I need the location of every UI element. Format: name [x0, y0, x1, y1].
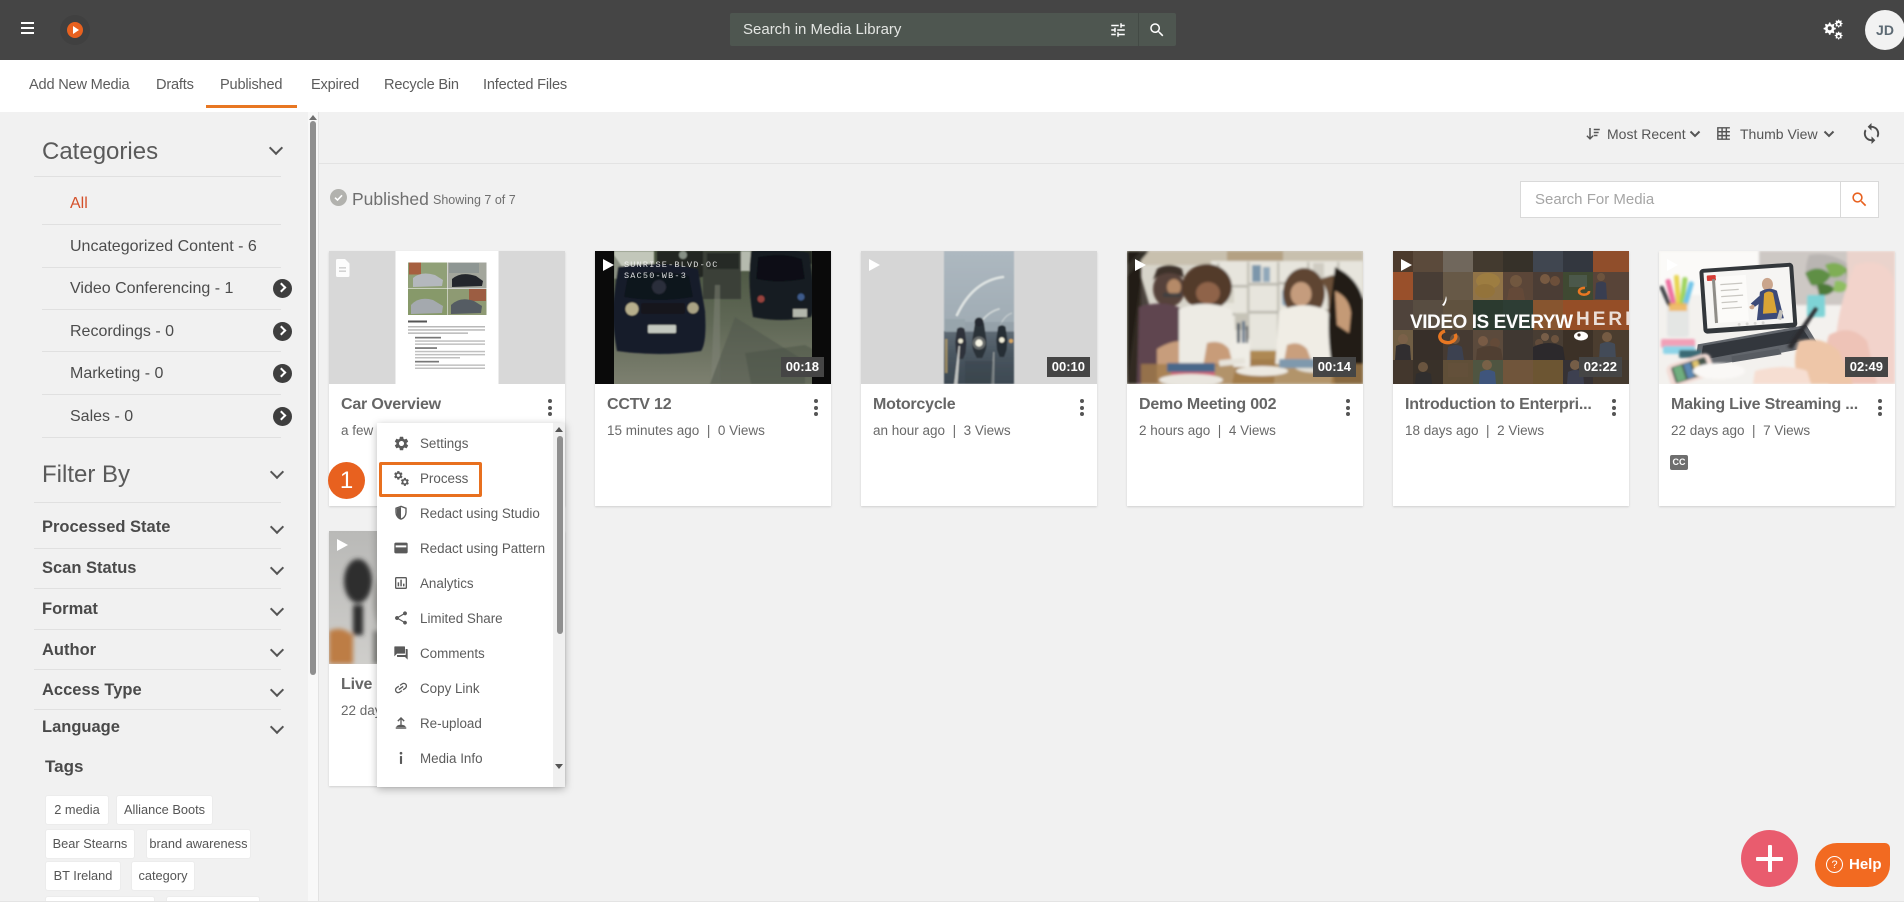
svg-text:HERE: HERE: [1576, 309, 1629, 330]
svg-text:SAC50-WB-3: SAC50-WB-3: [624, 271, 687, 281]
svg-text:VIDEO IS EVERYW: VIDEO IS EVERYW: [1410, 312, 1573, 333]
svg-text:SUNRISE-BLVD-OC: SUNRISE-BLVD-OC: [624, 260, 719, 270]
